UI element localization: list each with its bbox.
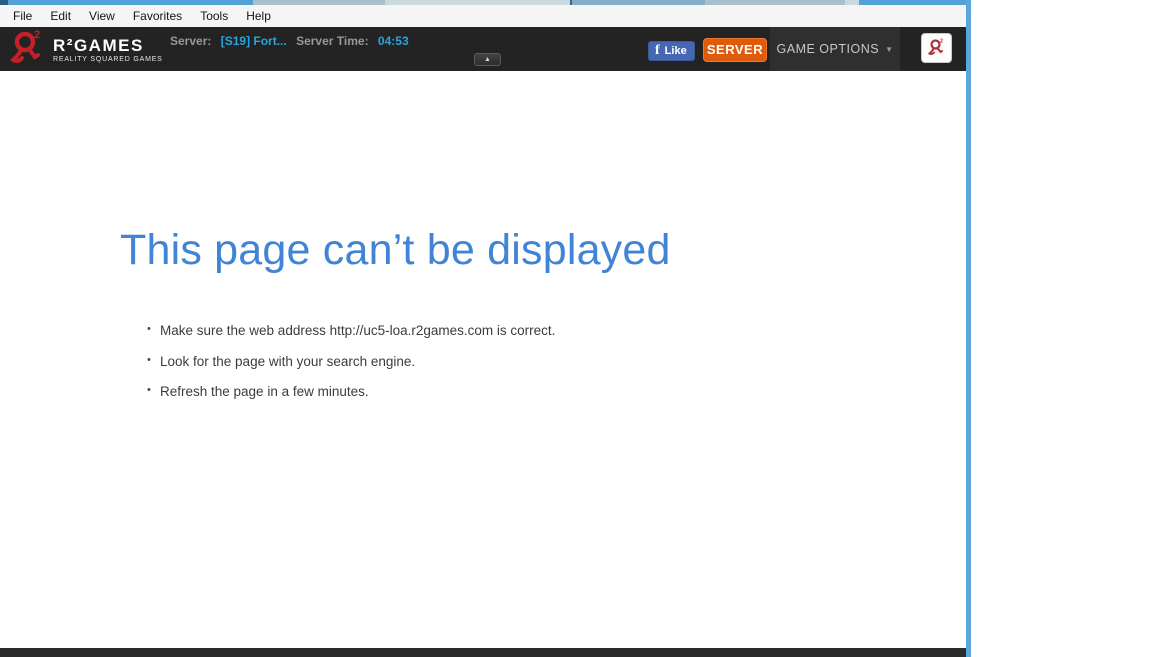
menu-item-favorites[interactable]: Favorites: [124, 6, 191, 26]
r2games-button-icon: 2: [927, 37, 947, 59]
error-suggestion-item: • Make sure the web address http://uc5-l…: [147, 323, 556, 338]
collapse-up-icon: ▲: [484, 56, 491, 63]
r2games-home-button[interactable]: 2: [921, 33, 952, 63]
suggestion-text: Make sure the web address http://uc5-loa…: [160, 323, 556, 338]
brand-tagline: REALITY SQUARED GAMES: [53, 55, 163, 63]
menu-item-file[interactable]: File: [4, 6, 41, 26]
logo-text: R²GAMES REALITY SQUARED GAMES: [53, 36, 163, 63]
game-options-label: GAME OPTIONS: [776, 42, 880, 56]
svg-text:2: 2: [940, 39, 943, 45]
error-page-content: This page can’t be displayed • Make sure…: [0, 71, 966, 648]
facebook-like-button[interactable]: f Like: [648, 41, 695, 61]
menu-bar: File Edit View Favorites Tools Help: [0, 5, 966, 27]
menu-item-edit[interactable]: Edit: [41, 6, 80, 26]
like-button-label: Like: [664, 45, 687, 57]
error-suggestion-item: • Look for the page with your search eng…: [147, 353, 555, 369]
facebook-icon: f: [655, 43, 660, 58]
svg-text:2: 2: [34, 29, 40, 41]
browser-window: File Edit View Favorites Tools Help 2 R²…: [0, 0, 971, 657]
bullet-icon: •: [147, 323, 151, 335]
menu-item-help[interactable]: Help: [237, 6, 280, 26]
bullet-icon: •: [147, 353, 151, 366]
server-select-button[interactable]: SERVER: [703, 38, 767, 62]
bullet-icon: •: [147, 384, 151, 396]
server-name-value: [S19] Fort...: [220, 34, 287, 48]
brand-name: R²GAMES: [53, 35, 144, 55]
desktop-background: File Edit View Favorites Tools Help 2 R²…: [0, 0, 1152, 657]
r2games-logo-icon: 2: [8, 29, 48, 69]
game-header: 2 R²GAMES REALITY SQUARED GAMES Server: …: [0, 27, 966, 71]
suggestion-text: Refresh the page in a few minutes.: [160, 384, 369, 399]
game-options-menu[interactable]: GAME OPTIONS ▼: [770, 27, 900, 71]
menu-item-tools[interactable]: Tools: [191, 6, 237, 26]
error-suggestions-list: • Make sure the web address http://uc5-l…: [147, 323, 556, 415]
server-label: Server:: [170, 34, 212, 48]
collapse-header-button[interactable]: ▲: [474, 53, 501, 66]
server-info: Server: [S19] Fort... Server Time: 04:53: [170, 34, 415, 48]
menu-item-view[interactable]: View: [80, 6, 124, 26]
server-time-value: 04:53: [377, 34, 409, 48]
server-time-label: Server Time:: [296, 34, 369, 48]
suggestion-text: Look for the page with your search engin…: [160, 353, 416, 369]
page-footer-bar: [0, 648, 966, 657]
r2games-logo[interactable]: 2 R²GAMES REALITY SQUARED GAMES: [8, 29, 163, 69]
error-suggestion-item: • Refresh the page in a few minutes.: [147, 384, 555, 399]
chevron-down-icon: ▼: [885, 44, 894, 54]
error-page-title: This page can’t be displayed: [120, 226, 671, 274]
